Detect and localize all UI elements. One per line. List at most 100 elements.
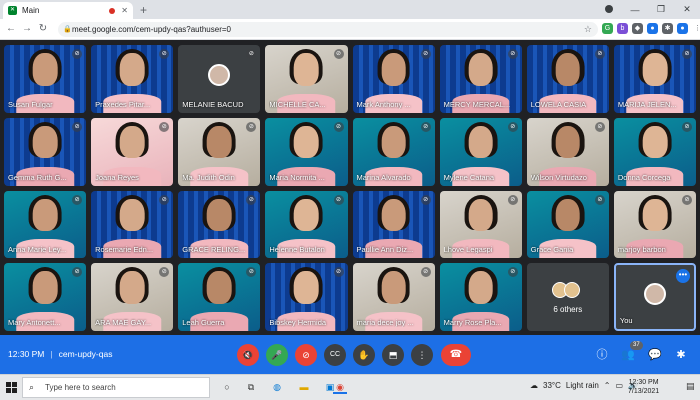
forward-arrow-icon[interactable]: →	[20, 22, 34, 36]
chrome-taskbar-icon[interactable]: ◉	[333, 380, 347, 394]
puzzle-extensions-icon[interactable]: ✱	[662, 23, 673, 34]
weather-temperature[interactable]: 33°C	[543, 381, 561, 390]
mic-muted-icon: ⊘	[682, 49, 692, 59]
participant-tile[interactable]: ⊘ marjoy barbon	[613, 190, 696, 259]
participant-tile[interactable]: ⊘ MARIJA JELEN...	[613, 45, 696, 113]
mic-muted-icon: ⊘	[159, 194, 170, 205]
participant-video-face	[119, 271, 145, 304]
reload-icon[interactable]: ↻	[36, 22, 50, 36]
participant-tile[interactable]: ⊘ MERCY MERCAL...	[439, 45, 522, 113]
more-options-button[interactable]: ⋮	[411, 344, 433, 366]
b-extension-icon[interactable]: b	[617, 23, 628, 34]
participant-tile[interactable]: ⊘ MELANIE BACUD	[178, 45, 261, 113]
microphone-button[interactable]: 🎤	[266, 344, 288, 366]
participant-video-face	[468, 271, 493, 304]
participant-name: Maria Normita ...	[269, 172, 325, 182]
participant-tile[interactable]: ⊘ Wilson Virtudazo	[526, 117, 609, 186]
participant-tile[interactable]: ⊘ Marry Rose Pla...	[439, 263, 522, 331]
participant-tile[interactable]: ⊘ Mark Anthony ...	[352, 45, 435, 113]
participant-tile[interactable]: ⊘ Anna Marie Ley...	[4, 190, 87, 259]
participant-video-face	[294, 198, 319, 232]
new-tab-button[interactable]: +	[140, 3, 147, 17]
grammarly-extension-icon[interactable]: G	[602, 23, 613, 34]
taskbar-clock[interactable]: 12:30 PM 7/13/2021	[628, 378, 659, 396]
show-hidden-icons-icon[interactable]: ⌃	[604, 381, 611, 390]
participant-tile[interactable]: ⊘ Mary Antonett...	[4, 263, 87, 331]
profile-avatar-icon[interactable]: ●	[677, 23, 688, 34]
participant-tile[interactable]: ⊘ ARA MAE GAY...	[91, 263, 174, 331]
end-call-button[interactable]: ☎	[441, 344, 471, 366]
participant-tile[interactable]: ⊘ Leah Guerra	[178, 263, 261, 331]
mic-muted-icon: ⊘	[420, 194, 431, 205]
participant-tile[interactable]: ⊘ Mylene Catana	[439, 117, 522, 186]
close-window-button[interactable]: ✕	[674, 4, 700, 15]
camera-off-button[interactable]: ⊘	[295, 344, 317, 366]
participant-tile[interactable]: ⊘ Rosemarie Edn...	[91, 190, 174, 259]
taskbar-search-box[interactable]: ⌕ Type here to search	[22, 377, 210, 398]
bookmark-star-icon[interactable]: ☆	[584, 22, 592, 37]
participant-video-face	[468, 53, 493, 86]
others-tile[interactable]: 6 others	[526, 263, 609, 331]
file-explorer-icon[interactable]: ▬	[297, 380, 311, 394]
participant-name: Rosemarie Edn...	[95, 245, 154, 255]
weather-icon[interactable]: ☁	[530, 381, 538, 390]
back-arrow-icon[interactable]: ←	[4, 22, 18, 36]
participant-tile[interactable]: ⊘ Susan Fulgar	[4, 45, 87, 113]
participant-tile[interactable]: ⊘ Bibskey Hermida	[265, 263, 348, 331]
browser-tab-main[interactable]: ✕ Main ✕	[3, 2, 133, 19]
participant-video-face	[119, 125, 145, 159]
participant-tile[interactable]: ⊘ Praxedes Pitar...	[91, 45, 174, 113]
participant-tile[interactable]: ⊘ Joana Reyes	[91, 117, 174, 186]
speaker-muted-button[interactable]: 🔇	[237, 344, 259, 366]
self-tile[interactable]: ••• You	[613, 263, 696, 331]
participant-tile[interactable]: ⊘ Donna Corcega	[613, 117, 696, 186]
extension-icon[interactable]: ◆	[632, 23, 643, 34]
present-screen-button[interactable]: ⬒	[382, 344, 404, 366]
participant-tile[interactable]: ⊘ Marina Alvarado	[352, 117, 435, 186]
window-controls: — ❐ ✕	[596, 0, 700, 19]
captions-button[interactable]: CC	[324, 344, 346, 366]
participant-video-face	[555, 53, 581, 86]
participant-name: Paullie Ann Diz...	[356, 245, 414, 255]
participant-avatar	[208, 63, 231, 86]
meeting-code: cem-updy-qas	[58, 349, 113, 359]
windows-start-icon[interactable]	[6, 382, 17, 393]
task-view-icon[interactable]: ⧉	[244, 380, 258, 394]
mic-muted-icon: ⊘	[594, 49, 605, 59]
tab-close-icon[interactable]: ✕	[121, 6, 128, 15]
participant-tile[interactable]: ⊘ Ma. Judith Odin	[178, 117, 261, 186]
participant-name: Leah Guerra	[182, 318, 225, 327]
participant-video-face	[207, 271, 232, 304]
weather-description[interactable]: Light rain	[566, 381, 599, 390]
extension-icon[interactable]: ●	[647, 23, 658, 34]
cortana-icon[interactable]: ○	[220, 380, 234, 394]
participant-tile[interactable]: ⊘ LOWELA CASIA	[526, 45, 609, 113]
participant-tile[interactable]: ⊘ Grace Gania	[526, 190, 609, 259]
participant-tile[interactable]: ⊘ maria dece joy ...	[352, 263, 435, 331]
participant-tile[interactable]: ⊘ Maria Normita ...	[265, 117, 348, 186]
network-icon[interactable]: ▭	[616, 381, 624, 390]
participant-tile[interactable]: ⊘ GRACE RELING...	[178, 190, 261, 259]
minimize-button[interactable]: —	[622, 5, 648, 15]
participant-name: Helenne Butalon	[269, 245, 325, 255]
participant-count-badge: 37	[630, 341, 643, 350]
raise-hand-button[interactable]: ✋	[353, 344, 375, 366]
participant-tile[interactable]: ⊘ MICHELLE CA...	[265, 45, 348, 113]
participant-tile[interactable]: ⊘ Gemma Ruth G...	[4, 117, 87, 186]
profile-indicator-icon[interactable]	[596, 4, 622, 15]
participant-tile[interactable]: ⊘ Helenne Butalon	[265, 190, 348, 259]
chat-icon[interactable]: 💬	[648, 347, 662, 363]
participant-video-face	[294, 125, 319, 159]
participant-name: MERCY MERCAL...	[443, 99, 511, 109]
maximize-button[interactable]: ❐	[648, 4, 674, 15]
mic-muted-icon: ⊘	[333, 267, 344, 278]
notifications-icon[interactable]: ▤	[686, 381, 695, 392]
meeting-details-icon[interactable]: ⓘ	[595, 347, 609, 363]
browser-menu-icon[interactable]: ⋮	[692, 23, 700, 34]
address-bar[interactable]: 🔒 meet.google.com/cem-updy-qas?authuser=…	[58, 22, 598, 37]
participant-tile[interactable]: ⊘ Paullie Ann Diz...	[352, 190, 435, 259]
participant-tile[interactable]: ⊘ Lhove Legaspi	[439, 190, 522, 259]
edge-browser-icon[interactable]: ◍	[270, 380, 284, 394]
self-tile-menu-button[interactable]: •••	[676, 269, 690, 284]
activities-icon[interactable]: ✱	[674, 347, 688, 363]
